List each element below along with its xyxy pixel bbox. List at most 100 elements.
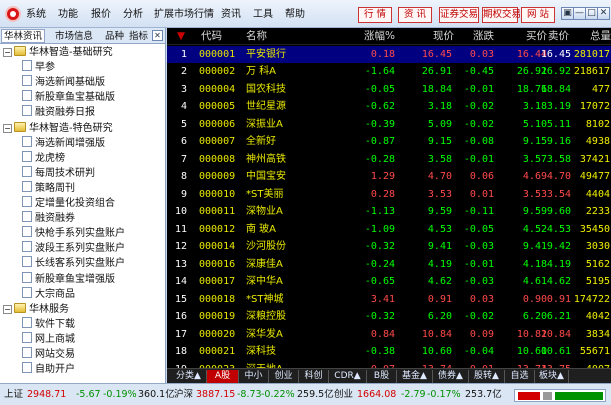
table-row[interactable]: 13 000016 深康佳A -0.24 4.19 -0.01 4.18 4.19 5162 — [167, 256, 611, 274]
folder-icon — [14, 121, 26, 132]
price-change: -0.08 — [463, 136, 494, 147]
ask-price: 9.60 — [546, 206, 571, 217]
table-row[interactable]: 5 000006 深振业A -0.39 5.09 -0.02 5.10 5.11 8102 — [167, 116, 611, 134]
row-index: 8 — [180, 171, 187, 182]
menu-item-4[interactable]: 扩展市场行情 — [154, 9, 214, 21]
tree-item[interactable]: 海选新闻基础版 — [22, 75, 105, 90]
tree-item[interactable]: 每周技术研判 — [22, 165, 95, 181]
tree-item[interactable]: 龙虎榜 — [22, 150, 65, 166]
row-index: 5 — [180, 118, 187, 130]
sheet-tab-1[interactable]: A股 — [207, 370, 239, 383]
table-row[interactable]: 10 000011 深物业A -1.13 9.59 -0.11 9.59 9.60 2233 — [167, 203, 611, 221]
bid-price: 5.10 — [522, 118, 547, 130]
menu-item-2[interactable]: 报价 — [91, 9, 111, 21]
menu-item-5[interactable]: 资讯 — [221, 9, 241, 21]
sidebar-tab-2[interactable]: 品种 — [102, 29, 127, 43]
sheet-tab-10[interactable]: 自选 — [505, 370, 535, 383]
sheet-tab-3[interactable]: 创业 — [269, 370, 299, 383]
column-header-3[interactable]: 现价 — [433, 30, 454, 43]
sheet-tab-4[interactable]: 科创 — [299, 370, 329, 383]
sheet-tab-9[interactable]: 股转▲ — [469, 370, 505, 383]
table-row[interactable]: 9 000010 *ST美丽 0.28 3.53 0.01 3.53 3.54 4404 — [167, 186, 611, 204]
table-row[interactable]: 17 000020 深华发A 0.84 10.84 0.09 10.82 10.84 3834 — [167, 326, 611, 344]
tree-item[interactable]: 海选新闻增强版 — [22, 135, 105, 151]
stock-name: 深科技 — [246, 346, 276, 357]
tree-item[interactable]: 新股章鱼宝基础版 — [22, 90, 115, 105]
table-row[interactable]: 2 000002 万 科A -1.64 26.91 -0.45 26.91 26.92 2186… — [167, 63, 611, 81]
table-row[interactable]: 15 000018 *ST神城 3.41 0.91 0.03 0.90 0.91 174722 — [167, 291, 611, 309]
tree-item[interactable]: 快枪手系列实盘账户 — [22, 226, 125, 241]
table-row[interactable]: 18 000021 深科技 -0.38 10.60 -0.04 10.60 10.61 5567… — [167, 343, 611, 361]
tool-button-2[interactable]: 证券交易 — [439, 7, 479, 23]
tree-item[interactable]: 软件下载 — [22, 316, 75, 332]
sheet-tab-0[interactable]: 分类▲ — [171, 370, 207, 383]
tree-item[interactable]: 融资融券日报 — [22, 105, 95, 120]
column-header-0[interactable]: 代码 — [201, 30, 222, 43]
sheet-tab-7[interactable]: 基金▲ — [397, 370, 433, 383]
change-percent: -1.13 — [364, 206, 395, 217]
menu-item-3[interactable]: 分析 — [123, 9, 143, 21]
sidebar-tabs: 华林资讯 市场信息 品种 指标 ✕ — [0, 28, 165, 44]
stock-code: 000007 — [199, 136, 236, 147]
table-row[interactable]: 11 000012 南 玻A -1.09 4.53 -0.05 4.52 4.53 35450 — [167, 221, 611, 239]
tool-button-0[interactable]: 行 情 — [358, 7, 392, 23]
tree-item[interactable]: − 华林服务 — [3, 302, 69, 317]
tree-item[interactable]: 定增量化投资组合 — [22, 196, 115, 211]
menu-item-1[interactable]: 功能 — [58, 9, 78, 21]
tree-item[interactable]: 新股章鱼宝增强版 — [22, 271, 115, 287]
stock-name: 深康佳A — [246, 258, 283, 270]
table-row[interactable]: 7 000008 神州高铁 -0.28 3.58 -0.01 3.57 3.58 37421 — [167, 151, 611, 169]
close-icon[interactable]: ✕ — [152, 30, 163, 41]
tool-button-4[interactable]: 网 站 — [521, 7, 555, 23]
tree-item[interactable]: − 华林智造-基础研究 — [3, 45, 113, 60]
tool-button-1[interactable]: 资 讯 — [398, 7, 432, 23]
tree-item[interactable]: 大宗商品 — [22, 286, 75, 302]
document-icon — [22, 256, 32, 268]
column-header-2[interactable]: 涨幅% — [364, 30, 395, 43]
sheet-tab-11[interactable]: 板块▲ — [535, 370, 569, 383]
sheet-tab-5[interactable]: CDR▲ — [329, 370, 367, 383]
tree-item[interactable]: 网上商城 — [22, 331, 75, 347]
window-close-icon[interactable]: ✕ — [597, 7, 610, 20]
table-row[interactable]: 12 000014 沙河股份 -0.32 9.41 -0.03 9.41 9.42 3030 — [167, 238, 611, 256]
column-header-1[interactable]: 名称 — [246, 30, 267, 43]
sheet-tab-8[interactable]: 债券▲ — [433, 370, 469, 383]
tree-item[interactable]: 波段王系列实盘账户 — [22, 241, 125, 256]
sidebar-tab-3[interactable]: 指标 — [126, 29, 151, 43]
breadth-flat-bar — [543, 392, 552, 400]
column-header-4[interactable]: 涨跌 — [473, 30, 494, 43]
tree-item[interactable]: 网站交易 — [22, 347, 75, 362]
sheet-tab-2[interactable]: 中小 — [239, 370, 269, 383]
change-percent: -0.39 — [364, 118, 395, 130]
table-row[interactable]: 6 000007 全新好 -0.87 9.15 -0.08 9.15 9.16 4938 — [167, 133, 611, 151]
tree-item[interactable]: 自助开户 — [22, 362, 75, 377]
column-header-6[interactable]: 卖价 — [548, 30, 569, 43]
table-row[interactable]: 16 000019 深粮控股 -0.32 6.20 -0.02 6.20 6.21 4042 — [167, 308, 611, 326]
expand-toggle-icon[interactable]: − — [3, 304, 12, 314]
tree-item-label: 快枪手系列实盘账户 — [35, 228, 125, 240]
table-row[interactable]: 3 000004 国农科技 -0.05 18.84 -0.01 18.76 18.84 477 — [167, 81, 611, 99]
tree-item-label: 融资融券日报 — [35, 107, 95, 119]
stock-code: 000011 — [199, 206, 236, 217]
table-row[interactable]: 1 000001 平安银行 0.18 16.45 0.03 16.44 16.45 281017 — [167, 45, 611, 63]
column-header-7[interactable]: 总量 — [590, 30, 611, 43]
sidebar-tab-1[interactable]: 市场信息 — [52, 29, 96, 43]
tree-item[interactable]: 长线客系列实盘账户 — [22, 256, 125, 271]
table-row[interactable]: 4 000005 世纪星源 -0.62 3.18 -0.02 3.18 3.19 17072 — [167, 98, 611, 116]
tool-button-3[interactable]: 期权交易 — [482, 7, 521, 23]
sidebar-tab-0[interactable]: 华林资讯 — [1, 29, 46, 43]
expand-toggle-icon[interactable]: − — [3, 48, 12, 57]
column-header-5[interactable]: 买价 — [526, 30, 547, 43]
tree-item[interactable]: 早参 — [22, 60, 55, 75]
stock-code: 000001 — [199, 48, 236, 60]
tree-item[interactable]: − 华林智造-特色研究 — [3, 121, 113, 136]
sheet-tab-6[interactable]: B股 — [367, 370, 397, 383]
menu-item-7[interactable]: 帮助 — [285, 9, 305, 21]
tree-item[interactable]: 策略周刊 — [22, 180, 75, 196]
menu-item-0[interactable]: 系统 — [26, 9, 46, 21]
menu-item-6[interactable]: 工具 — [253, 9, 273, 21]
table-row[interactable]: 14 000017 深中华A -0.65 4.62 -0.03 4.61 4.62 5195 — [167, 273, 611, 291]
table-row[interactable]: 8 000009 中国宝安 1.29 4.70 0.06 4.69 4.70 49477 — [167, 168, 611, 186]
tree-item[interactable]: 融资融券 — [22, 211, 75, 226]
expand-toggle-icon[interactable]: − — [3, 123, 12, 133]
